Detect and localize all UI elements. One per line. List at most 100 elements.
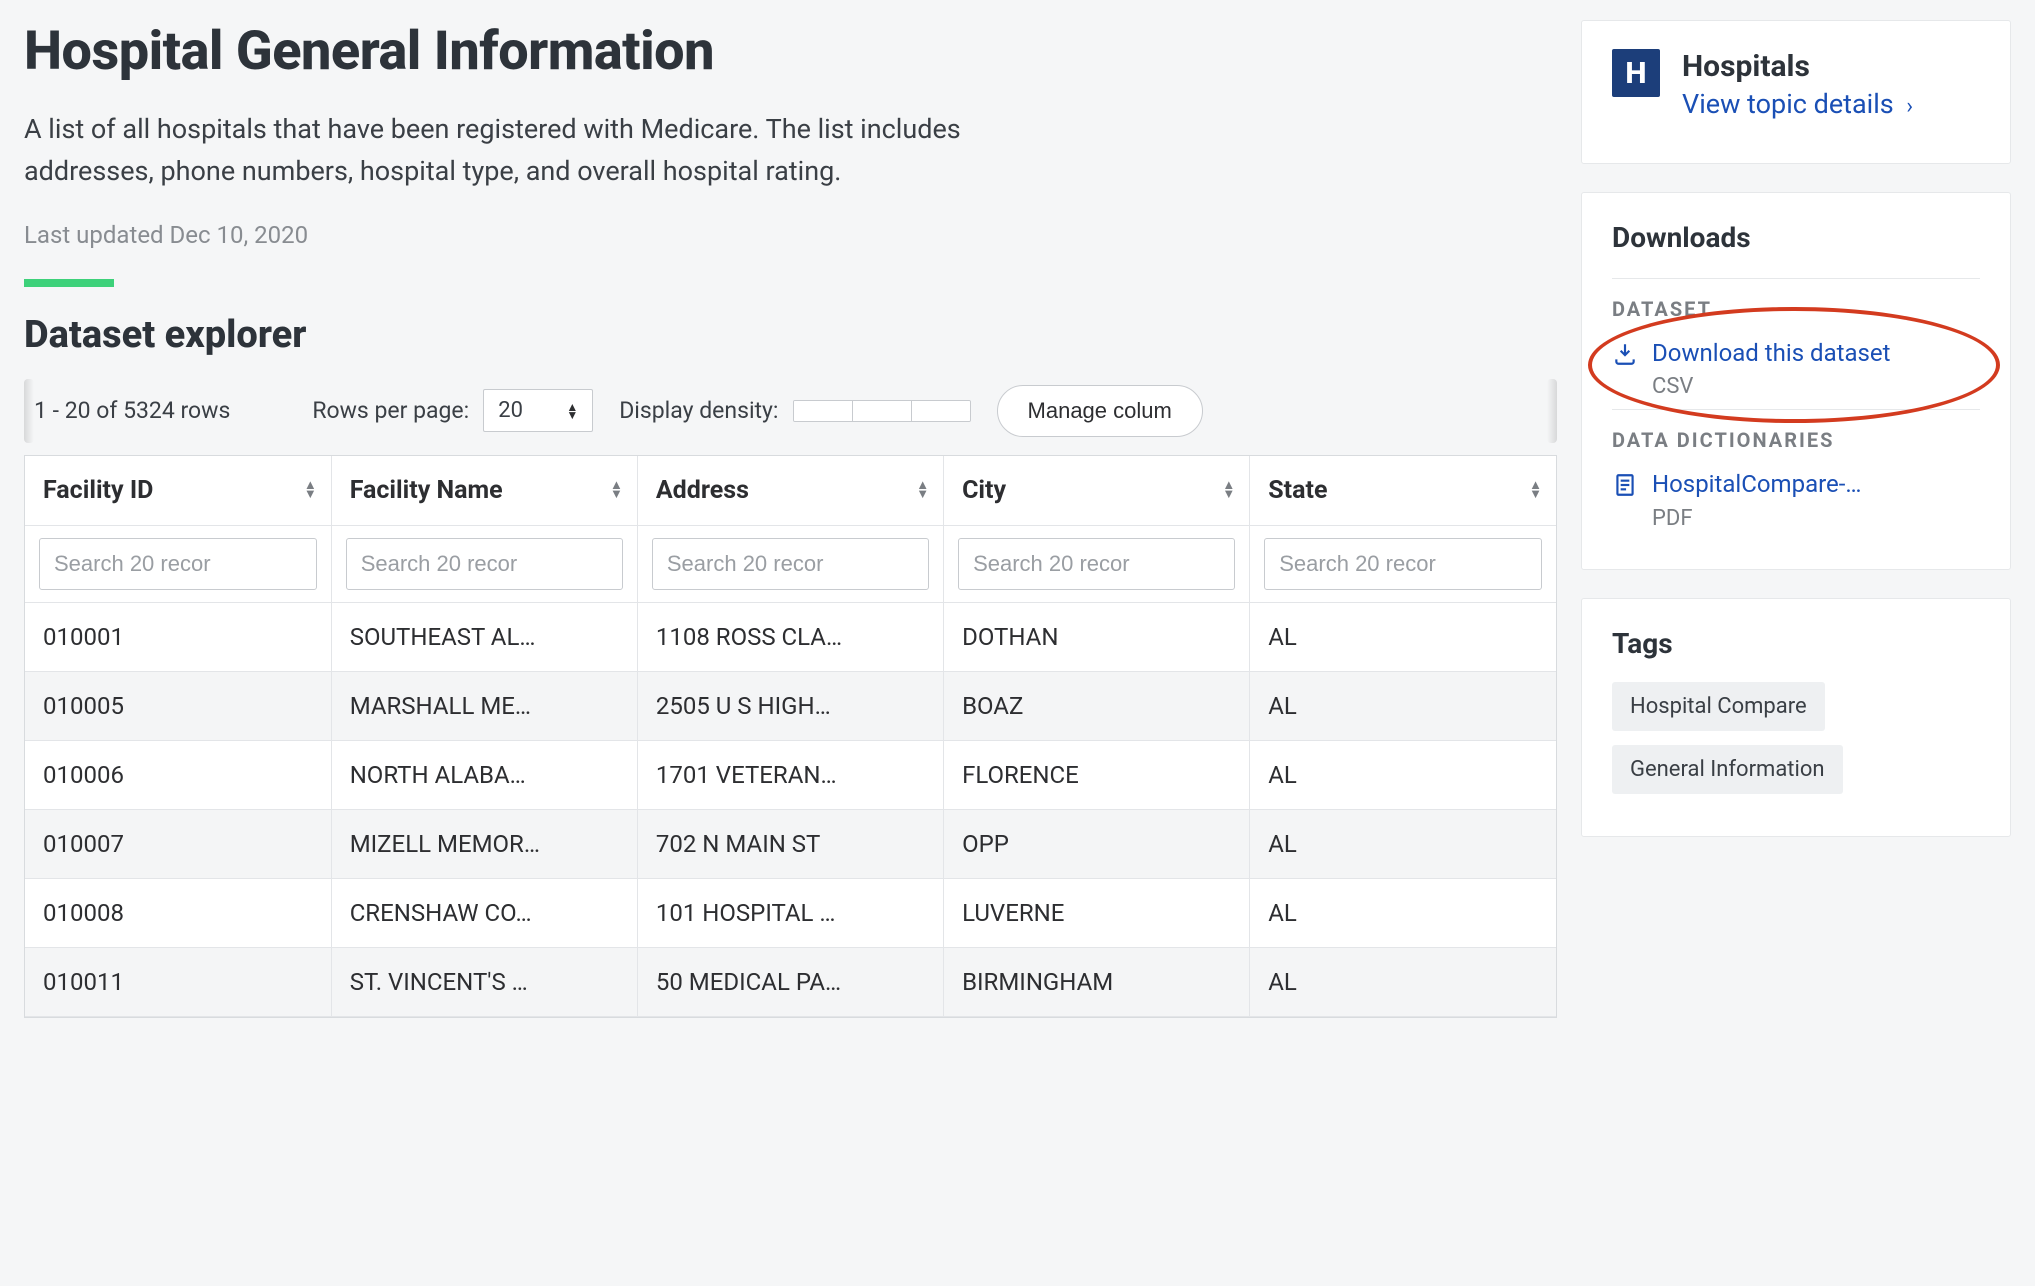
- data-dictionary-format: PDF: [1652, 506, 1980, 531]
- table-cell: NORTH ALABA…: [331, 740, 637, 809]
- download-icon: [1612, 341, 1638, 367]
- table-cell: 1108 ROSS CLA…: [637, 602, 943, 671]
- table-row[interactable]: 010006NORTH ALABA…1701 VETERAN…FLORENCEA…: [25, 740, 1556, 809]
- accent-divider: [24, 279, 114, 287]
- sort-icon: ▲▼: [1222, 481, 1235, 499]
- table-cell: 010005: [25, 671, 331, 740]
- table-cell: 101 HOSPITAL …: [637, 878, 943, 947]
- table-row[interactable]: 010011ST. VINCENT'S …50 MEDICAL PA…BIRMI…: [25, 947, 1556, 1016]
- data-table-container: Facility ID▲▼Facility Name▲▼Address▲▼Cit…: [24, 455, 1557, 1018]
- rows-per-page-select[interactable]: 20 ▲▼: [483, 389, 593, 432]
- column-header[interactable]: State ▲▼: [1250, 456, 1556, 526]
- table-cell: LUVERNE: [944, 878, 1250, 947]
- table-cell: MIZELL MEMOR…: [331, 809, 637, 878]
- sort-icon: ▲▼: [610, 481, 623, 499]
- document-icon: [1612, 472, 1638, 498]
- density-medium-button[interactable]: [853, 401, 912, 421]
- table-cell: ST. VINCENT'S …: [331, 947, 637, 1016]
- sort-icon: ▲▼: [916, 481, 929, 499]
- pagination-summary: 1 - 20 of 5324 rows: [34, 397, 230, 424]
- table-cell: 2505 U S HIGH…: [637, 671, 943, 740]
- sort-icon: ▲▼: [304, 481, 317, 499]
- rows-per-page-value: 20: [498, 398, 523, 423]
- table-cell: 010001: [25, 602, 331, 671]
- table-cell: AL: [1250, 602, 1556, 671]
- table-cell: FLORENCE: [944, 740, 1250, 809]
- hospital-topic-icon: H: [1612, 49, 1660, 97]
- rows-per-page-label: Rows per page:: [312, 397, 469, 424]
- display-density-label: Display density:: [619, 397, 778, 424]
- tag[interactable]: Hospital Compare: [1612, 682, 1825, 731]
- table-cell: 702 N MAIN ST: [637, 809, 943, 878]
- table-row[interactable]: 010005MARSHALL ME…2505 U S HIGH…BOAZAL: [25, 671, 1556, 740]
- page-description: A list of all hospitals that have been r…: [24, 109, 1024, 193]
- tags-heading: Tags: [1612, 627, 1980, 660]
- tags-card: Tags Hospital Compare General Information: [1581, 598, 2011, 837]
- scroll-hint-left: [24, 379, 34, 443]
- table-cell: DOTHAN: [944, 602, 1250, 671]
- download-dataset-item[interactable]: Download this dataset CSV: [1612, 337, 1980, 400]
- data-table: Facility ID▲▼Facility Name▲▼Address▲▼Cit…: [25, 456, 1556, 1017]
- dictionaries-section-label: DATA DICTIONARIES: [1612, 428, 1980, 452]
- column-header-label: Facility ID: [43, 476, 153, 505]
- density-button-group: [793, 400, 971, 422]
- column-search-input[interactable]: [1264, 538, 1542, 590]
- select-arrows-icon: ▲▼: [566, 403, 578, 419]
- density-compact-button[interactable]: [912, 401, 970, 421]
- explorer-toolbar: 1 - 20 of 5324 rows Rows per page: 20 ▲▼…: [24, 385, 1557, 437]
- tag[interactable]: General Information: [1612, 745, 1843, 794]
- column-header-label: City: [962, 476, 1006, 505]
- last-updated: Last updated Dec 10, 2020: [24, 221, 1557, 249]
- column-header-label: State: [1268, 476, 1327, 505]
- table-cell: AL: [1250, 878, 1556, 947]
- column-header-label: Address: [656, 476, 749, 505]
- downloads-heading: Downloads: [1612, 221, 1980, 264]
- table-cell: 1701 VETERAN…: [637, 740, 943, 809]
- divider: [1612, 278, 1980, 279]
- sort-icon: ▲▼: [1529, 481, 1542, 499]
- column-search-input[interactable]: [39, 538, 317, 590]
- view-topic-details-link[interactable]: View topic details ›: [1682, 84, 1913, 125]
- table-cell: AL: [1250, 947, 1556, 1016]
- explorer-heading: Dataset explorer: [24, 313, 1557, 357]
- table-cell: AL: [1250, 671, 1556, 740]
- table-cell: AL: [1250, 740, 1556, 809]
- download-dataset-format: CSV: [1652, 374, 1980, 399]
- column-header[interactable]: Address ▲▼: [637, 456, 943, 526]
- dataset-section-label: DATASET: [1612, 297, 1980, 321]
- manage-columns-button[interactable]: Manage colum: [997, 385, 1203, 437]
- column-header[interactable]: Facility ID ▲▼: [25, 456, 331, 526]
- page-title: Hospital General Information: [24, 20, 1557, 83]
- column-search-input[interactable]: [958, 538, 1235, 590]
- data-dictionary-link[interactable]: HospitalCompare-…: [1652, 468, 1980, 502]
- table-row[interactable]: 010008CRENSHAW CO…101 HOSPITAL …LUVERNEA…: [25, 878, 1556, 947]
- table-row[interactable]: 010001SOUTHEAST AL…1108 ROSS CLA…DOTHANA…: [25, 602, 1556, 671]
- table-cell: BOAZ: [944, 671, 1250, 740]
- table-cell: BIRMINGHAM: [944, 947, 1250, 1016]
- table-cell: 010006: [25, 740, 331, 809]
- table-cell: AL: [1250, 809, 1556, 878]
- table-cell: OPP: [944, 809, 1250, 878]
- topic-card: H Hospitals View topic details ›: [1581, 20, 2011, 164]
- data-dictionary-item[interactable]: HospitalCompare-… PDF: [1612, 468, 1980, 531]
- column-search-input[interactable]: [652, 538, 929, 590]
- table-cell: SOUTHEAST AL…: [331, 602, 637, 671]
- column-header-label: Facility Name: [350, 476, 503, 505]
- column-header[interactable]: Facility Name ▲▼: [331, 456, 637, 526]
- column-search-input[interactable]: [346, 538, 623, 590]
- table-cell: 010007: [25, 809, 331, 878]
- table-cell: 50 MEDICAL PA…: [637, 947, 943, 1016]
- table-cell: CRENSHAW CO…: [331, 878, 637, 947]
- download-dataset-link[interactable]: Download this dataset: [1652, 337, 1980, 371]
- topic-title: Hospitals: [1682, 49, 1913, 84]
- density-comfortable-button[interactable]: [794, 401, 853, 421]
- table-cell: 010008: [25, 878, 331, 947]
- table-cell: MARSHALL ME…: [331, 671, 637, 740]
- table-cell: 010011: [25, 947, 331, 1016]
- scroll-hint-right: [1547, 379, 1557, 443]
- table-row[interactable]: 010007MIZELL MEMOR…702 N MAIN STOPPAL: [25, 809, 1556, 878]
- divider: [1612, 409, 1980, 410]
- column-header[interactable]: City ▲▼: [944, 456, 1250, 526]
- topic-link-text: View topic details: [1682, 88, 1894, 120]
- downloads-card: Downloads DATASET Download this dataset …: [1581, 192, 2011, 570]
